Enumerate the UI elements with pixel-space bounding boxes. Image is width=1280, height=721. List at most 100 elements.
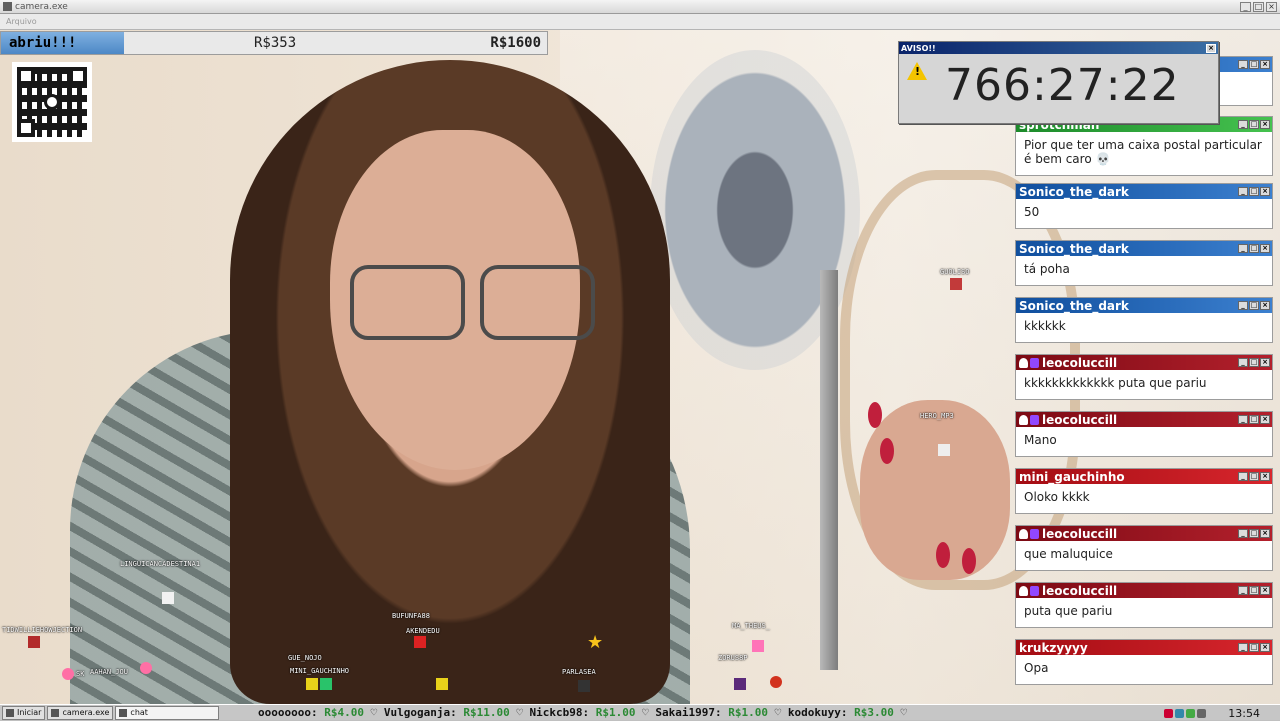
menu-bar: Arquivo — [0, 14, 1280, 30]
chat-message-text: que maluquice — [1024, 547, 1113, 561]
viewer-sprite — [306, 678, 318, 690]
qr-corner — [17, 119, 35, 137]
warning-title: AVISO!! — [901, 43, 936, 53]
app-icon — [3, 2, 12, 11]
minimize-icon[interactable]: _ — [1238, 415, 1248, 424]
close-icon[interactable]: × — [1260, 60, 1270, 69]
minimize-icon[interactable]: _ — [1238, 529, 1248, 538]
close-icon[interactable]: × — [1260, 472, 1270, 481]
minimize-icon[interactable]: _ — [1238, 472, 1248, 481]
maximize-icon[interactable]: □ — [1249, 529, 1259, 538]
twitch-badge-icon — [1030, 585, 1039, 596]
close-icon[interactable]: × — [1260, 301, 1270, 310]
maximize-icon[interactable]: □ — [1249, 472, 1259, 481]
close-icon[interactable]: × — [1266, 1, 1277, 12]
warning-icon — [907, 62, 927, 80]
ticker-spacer — [364, 706, 371, 719]
close-icon[interactable]: × — [1260, 244, 1270, 253]
maximize-icon[interactable]: □ — [1253, 1, 1264, 12]
warning-dialog: AVISO!! × 766:27:22 — [898, 41, 1219, 124]
close-icon[interactable]: × — [1260, 529, 1270, 538]
tray-icon[interactable] — [1175, 708, 1185, 718]
ticker-donor: oooooooo: — [258, 706, 325, 719]
chat-message: leocoluccill _ □ × puta que pariu — [1015, 582, 1273, 628]
close-icon[interactable]: × — [1260, 358, 1270, 367]
chat-message-text: kkkkkk — [1024, 319, 1066, 333]
close-icon[interactable]: × — [1206, 43, 1216, 53]
chat-message-text: Opa — [1024, 661, 1049, 675]
message-window-controls: _ □ × — [1238, 120, 1270, 129]
message-window-controls: _ □ × — [1238, 643, 1270, 652]
chat-message: krukzyyyy _ □ × Opa — [1015, 639, 1273, 685]
donation-goal-bar: abriu!!! R$353 R$1600 — [0, 31, 548, 55]
maximize-icon[interactable]: □ — [1249, 586, 1259, 595]
close-icon[interactable]: × — [1260, 643, 1270, 652]
chat-username: leocoluccill — [1042, 355, 1118, 370]
minimize-icon[interactable]: _ — [1238, 120, 1248, 129]
chat-message-text: kkkkkkkkkkkkk puta que pariu — [1024, 376, 1207, 390]
tray-icon[interactable] — [1186, 708, 1196, 718]
warning-titlebar: AVISO!! × — [899, 42, 1218, 54]
viewer-sprite — [770, 676, 782, 688]
message-window-controls: _ □ × — [1238, 187, 1270, 196]
chat-message: leocoluccill _ □ × que maluquice — [1015, 525, 1273, 571]
chat-username: Sonico_the_dark — [1019, 184, 1129, 199]
message-window-controls: _ □ × — [1238, 529, 1270, 538]
close-icon[interactable]: × — [1260, 120, 1270, 129]
maximize-icon[interactable]: □ — [1249, 120, 1259, 129]
minimize-icon[interactable]: _ — [1238, 643, 1248, 652]
maximize-icon[interactable]: □ — [1249, 60, 1259, 69]
maximize-icon[interactable]: □ — [1249, 301, 1259, 310]
maximize-icon[interactable]: □ — [1249, 358, 1259, 367]
close-icon[interactable]: × — [1260, 586, 1270, 595]
message-window-controls: _ □ × — [1238, 472, 1270, 481]
maximize-icon[interactable]: □ — [1249, 244, 1259, 253]
minimize-icon[interactable]: _ — [1238, 301, 1248, 310]
ticker-spacer — [768, 706, 775, 719]
tray-icon[interactable] — [1164, 708, 1174, 718]
start-label: Iniciar — [17, 708, 42, 717]
heart-icon — [62, 668, 74, 680]
minimize-icon[interactable]: _ — [1238, 586, 1248, 595]
taskbar-chat-button[interactable]: chat — [115, 705, 220, 720]
viewer-label: AKENDEDU — [406, 627, 440, 635]
viewer-label: AAHAN_JOU — [90, 668, 128, 676]
sub-badge-icon — [1019, 357, 1028, 368]
start-button[interactable]: Iniciar — [2, 705, 46, 720]
fan-pole — [820, 270, 838, 670]
maximize-icon[interactable]: □ — [1249, 415, 1259, 424]
viewer-label: TIDWILLIEHOWJECTION — [2, 626, 83, 634]
chat-username: leocoluccill — [1042, 412, 1118, 427]
minimize-icon[interactable]: _ — [1238, 187, 1248, 196]
chat-message-header: mini_gauchinho _ □ × — [1016, 469, 1272, 484]
chat-username: leocoluccill — [1042, 583, 1118, 598]
ticker-donor: ♡ Sakai1997: — [642, 706, 729, 719]
taskbar: Iniciar camera.exe chat oooooooo: R$4.00… — [0, 704, 1280, 720]
menu-item-arquivo[interactable]: Arquivo — [6, 17, 37, 26]
chat-username: krukzyyyy — [1019, 640, 1088, 655]
window-title: camera.exe — [15, 1, 68, 12]
minimize-icon[interactable]: _ — [1238, 358, 1248, 367]
maximize-icon[interactable]: □ — [1249, 643, 1259, 652]
maximize-icon[interactable]: □ — [1249, 187, 1259, 196]
clock: 13:54 — [1228, 706, 1260, 720]
ticker-amount: R$4.00 — [324, 706, 364, 719]
qr-logo — [44, 94, 60, 110]
close-icon[interactable]: × — [1260, 187, 1270, 196]
ticker-donor: ♡ Vulgoganja: — [370, 706, 464, 719]
minimize-icon[interactable]: _ — [1240, 1, 1251, 12]
close-icon[interactable]: × — [1260, 415, 1270, 424]
chat-message-header: leocoluccill _ □ × — [1016, 583, 1272, 598]
qr-pattern — [17, 67, 87, 137]
countdown-timer: 766:27:22 — [945, 60, 1180, 111]
chat-message-header: Sonico_the_dark _ □ × — [1016, 241, 1272, 256]
sub-badge-icon — [1019, 414, 1028, 425]
volume-icon[interactable] — [1197, 708, 1207, 718]
streamer-hand — [860, 400, 1010, 580]
minimize-icon[interactable]: _ — [1238, 60, 1248, 69]
chat-username: leocoluccill — [1042, 526, 1118, 541]
minimize-icon[interactable]: _ — [1238, 244, 1248, 253]
taskbar-camera-button[interactable]: camera.exe — [47, 705, 114, 720]
sub-badge-icon — [1019, 528, 1028, 539]
viewer-label: HERO_MP3 — [920, 412, 954, 420]
